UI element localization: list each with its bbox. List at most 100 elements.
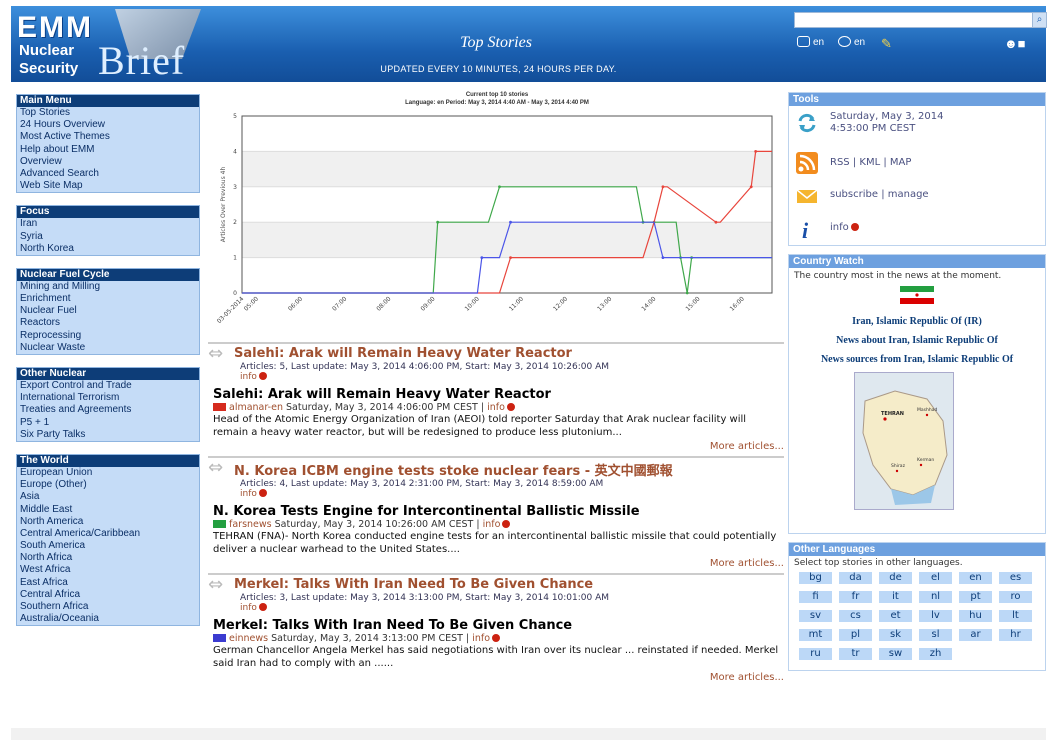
language-button-hu[interactable]: hu	[959, 610, 992, 622]
menu-item[interactable]: West Africa	[17, 564, 199, 576]
language-button-tr[interactable]: tr	[839, 648, 872, 660]
menu-item[interactable]: Nuclear Waste	[17, 342, 199, 354]
menu-item[interactable]: European Union	[17, 467, 199, 479]
menu-item[interactable]: Reactors	[17, 317, 199, 329]
pencil-icon[interactable]: ✎	[881, 36, 892, 52]
menu-item[interactable]: North Africa	[17, 552, 199, 564]
article-info-link[interactable]: info	[483, 519, 501, 530]
subscribe-link[interactable]: subscribe	[830, 189, 878, 200]
language-button-ru[interactable]: ru	[799, 648, 832, 660]
source-name-link[interactable]: einnews	[229, 633, 268, 644]
menu-item[interactable]: Central Africa	[17, 589, 199, 601]
language-button-sk[interactable]: sk	[879, 629, 912, 641]
menu-item[interactable]: Six Party Talks	[17, 429, 199, 441]
language-button-hr[interactable]: hr	[999, 629, 1032, 641]
language-button-it[interactable]: it	[879, 591, 912, 603]
emm-nuclear-security-brief-logo[interactable]: EMM Nuclear Security Brief	[15, 9, 203, 83]
manage-link[interactable]: manage	[888, 189, 929, 200]
source-name-link[interactable]: farsnews	[229, 519, 272, 530]
content-language-selector[interactable]: en	[838, 36, 865, 48]
country-watch-country-link[interactable]: Iran, Islamic Republic Of (IR)	[789, 316, 1045, 327]
info-link[interactable]: info	[830, 222, 849, 233]
language-button-zh[interactable]: zh	[919, 648, 952, 660]
more-articles-link[interactable]: More articles...	[208, 672, 784, 683]
menu-item[interactable]: Advanced Search	[17, 168, 199, 180]
menu-item[interactable]: Iran	[17, 218, 199, 230]
story-info-link[interactable]: info	[240, 603, 784, 613]
menu-item[interactable]: Help about EMM	[17, 144, 199, 156]
menu-item[interactable]: Overview	[17, 156, 199, 168]
menu-item[interactable]: Export Control and Trade	[17, 380, 199, 392]
language-button-sv[interactable]: sv	[799, 610, 832, 622]
article-title-link[interactable]: Merkel: Talks With Iran Need To Be Given…	[213, 618, 784, 633]
rss-icon[interactable]	[796, 152, 818, 174]
more-articles-link[interactable]: More articles...	[208, 441, 784, 452]
menu-item[interactable]: Treaties and Agreements	[17, 404, 199, 416]
language-button-mt[interactable]: mt	[799, 629, 832, 641]
story-info-link[interactable]: info	[240, 372, 784, 382]
source-name-link[interactable]: almanar-en	[229, 402, 283, 413]
story-title-link[interactable]: Merkel: Talks With Iran Need To Be Given…	[234, 577, 593, 592]
expand-arrows-icon[interactable]: ⇔	[208, 345, 234, 363]
language-button-bg[interactable]: bg	[799, 572, 832, 584]
story-title-link[interactable]: Salehi: Arak will Remain Heavy Water Rea…	[234, 346, 572, 361]
menu-item[interactable]: Top Stories	[17, 107, 199, 119]
language-button-es[interactable]: es	[999, 572, 1032, 584]
language-button-pl[interactable]: pl	[839, 629, 872, 641]
menu-item[interactable]: Reprocessing	[17, 330, 199, 342]
envelope-icon[interactable]	[796, 185, 818, 207]
expand-arrows-icon[interactable]: ⇔	[208, 459, 234, 477]
language-button-sw[interactable]: sw	[879, 648, 912, 660]
language-button-en[interactable]: en	[959, 572, 992, 584]
article-info-link[interactable]: info	[472, 633, 490, 644]
menu-item[interactable]: Nuclear Fuel	[17, 305, 199, 317]
refresh-icon[interactable]	[796, 112, 818, 134]
country-watch-news-about-link[interactable]: News about Iran, Islamic Republic Of	[789, 335, 1045, 346]
language-button-sl[interactable]: sl	[919, 629, 952, 641]
menu-item[interactable]: East Africa	[17, 577, 199, 589]
menu-item[interactable]: Enrichment	[17, 293, 199, 305]
menu-item[interactable]: Middle East	[17, 504, 199, 516]
menu-item[interactable]: P5 + 1	[17, 417, 199, 429]
menu-item[interactable]: Southern Africa	[17, 601, 199, 613]
info-icon[interactable]: i	[796, 218, 818, 240]
article-title-link[interactable]: Salehi: Arak will Remain Heavy Water Rea…	[213, 387, 784, 402]
language-button-da[interactable]: da	[839, 572, 872, 584]
language-button-et[interactable]: et	[879, 610, 912, 622]
menu-item[interactable]: Australia/Oceania	[17, 613, 199, 625]
story-info-link[interactable]: info	[240, 489, 784, 499]
iran-map-thumbnail[interactable]: TEHRAN Mashhad Kerman Shiraz	[854, 372, 954, 510]
menu-item[interactable]: North America	[17, 516, 199, 528]
rss-link[interactable]: RSS	[830, 157, 850, 168]
expand-arrows-icon[interactable]: ⇔	[208, 576, 234, 594]
kml-link[interactable]: KML	[859, 157, 880, 168]
language-button-fi[interactable]: fi	[799, 591, 832, 603]
menu-item[interactable]: Europe (Other)	[17, 479, 199, 491]
map-link[interactable]: MAP	[890, 157, 912, 168]
interface-language-selector[interactable]: en	[797, 36, 824, 48]
language-button-ar[interactable]: ar	[959, 629, 992, 641]
language-button-lv[interactable]: lv	[919, 610, 952, 622]
article-info-link[interactable]: info	[487, 402, 505, 413]
language-button-cs[interactable]: cs	[839, 610, 872, 622]
menu-item[interactable]: South America	[17, 540, 199, 552]
language-button-de[interactable]: de	[879, 572, 912, 584]
menu-item[interactable]: Mining and Milling	[17, 281, 199, 293]
language-button-pt[interactable]: pt	[959, 591, 992, 603]
language-button-ro[interactable]: ro	[999, 591, 1032, 603]
language-button-lt[interactable]: lt	[999, 610, 1032, 622]
language-button-el[interactable]: el	[919, 572, 952, 584]
article-title-link[interactable]: N. Korea Tests Engine for Intercontinent…	[213, 504, 784, 519]
search-input[interactable]	[794, 12, 1037, 28]
story-title-link[interactable]: N. Korea ICBM engine tests stoke nuclear…	[234, 460, 673, 479]
menu-item[interactable]: Web Site Map	[17, 180, 199, 192]
language-button-nl[interactable]: nl	[919, 591, 952, 603]
menu-item[interactable]: Most Active Themes	[17, 131, 199, 143]
menu-item[interactable]: International Terrorism	[17, 392, 199, 404]
menu-item[interactable]: 24 Hours Overview	[17, 119, 199, 131]
more-articles-link[interactable]: More articles...	[208, 558, 784, 569]
menu-item[interactable]: North Korea	[17, 243, 199, 255]
country-watch-news-sources-link[interactable]: News sources from Iran, Islamic Republic…	[789, 354, 1045, 365]
language-button-fr[interactable]: fr	[839, 591, 872, 603]
user-group-icon[interactable]: ☻■	[1004, 36, 1026, 51]
